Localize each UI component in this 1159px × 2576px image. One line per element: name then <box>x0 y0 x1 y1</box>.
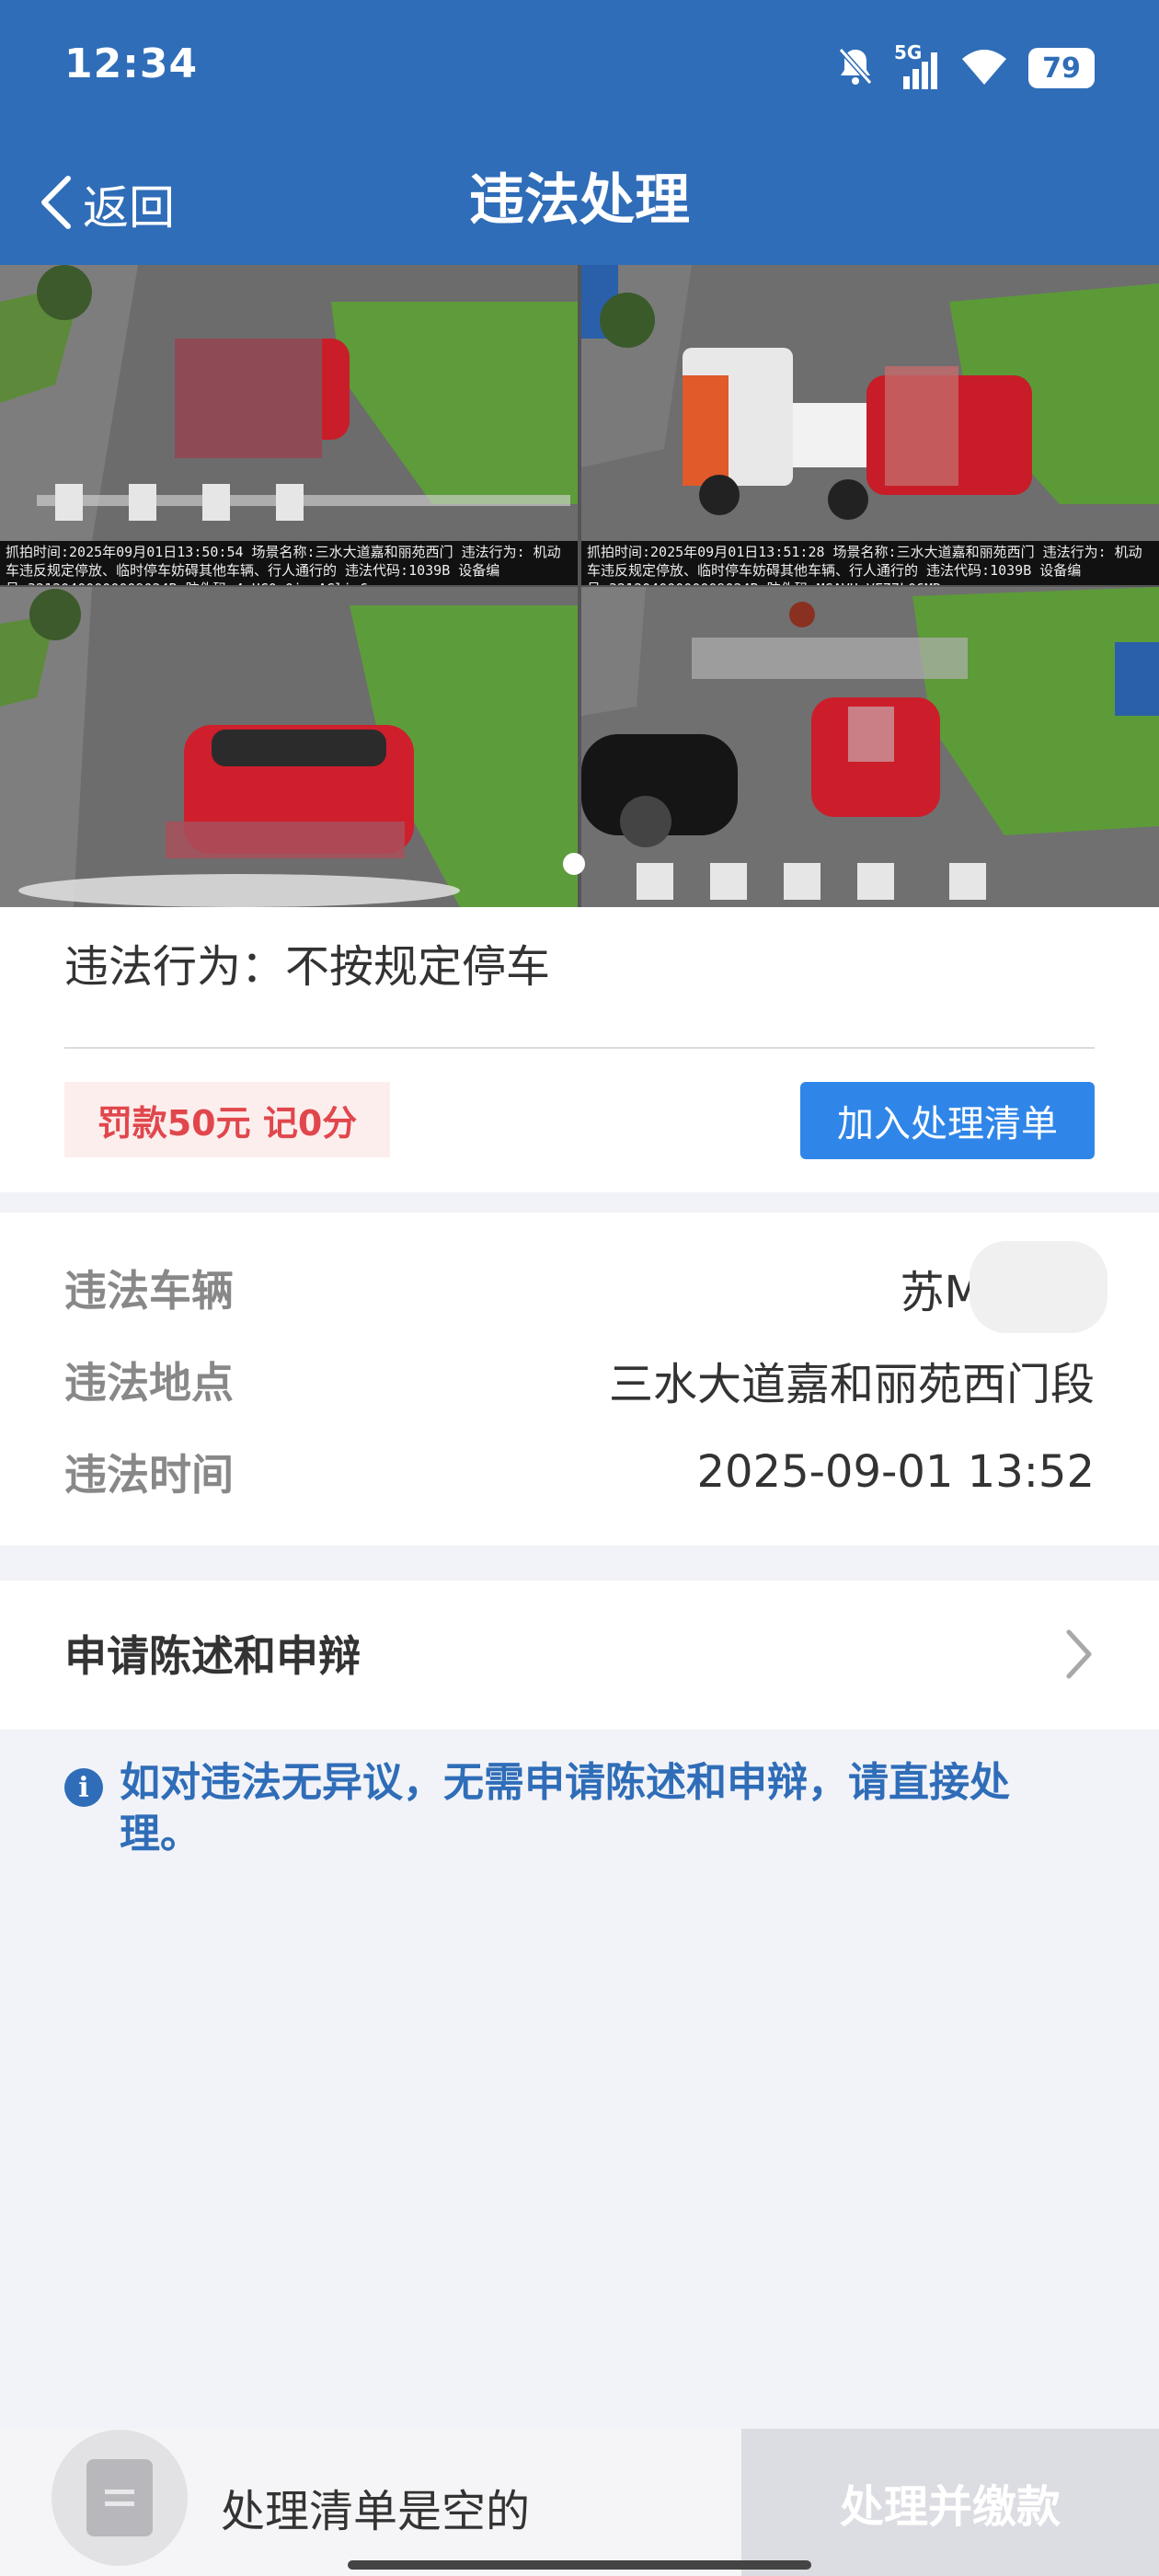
violation-photo-2[interactable]: 抓拍时间:2025年09月01日13:51:28 场景名称:三水大道嘉和丽苑西门… <box>581 265 1159 585</box>
bell-muted-icon <box>837 46 874 90</box>
status-bar: 12:34 5G 79 <box>0 0 1159 138</box>
add-to-list-button[interactable]: 加入处理清单 <box>800 1082 1095 1159</box>
app-header: 12:34 5G 79 违法处理 返回 <box>0 0 1159 265</box>
nav-bar: 违法处理 返回 <box>0 152 1159 253</box>
appeal-row[interactable]: 申请陈述和申辩 <box>0 1581 1159 1730</box>
list-icon[interactable] <box>52 2430 188 2566</box>
home-indicator[interactable] <box>348 2560 811 2570</box>
violation-card: 违法行为：不按规定停车 罚款50元 记0分 加入处理清单 <box>0 907 1159 1192</box>
carousel-indicator <box>563 853 585 875</box>
network-type: 5G <box>894 41 923 63</box>
violation-photo-3[interactable] <box>0 587 578 907</box>
detail-row-vehicle: 违法车辆 苏M 6 <box>64 1241 1108 1333</box>
photo-caption: 抓拍时间:2025年09月01日13:50:54 场景名称:三水大道嘉和丽苑西门… <box>0 541 578 585</box>
signal-icon: 5G <box>894 41 940 91</box>
behavior-value: 不按规定停车 <box>285 941 551 993</box>
list-icon-glyph <box>86 2459 153 2536</box>
detail-label: 违法车辆 <box>64 1266 234 1316</box>
battery-icon: 79 <box>1028 48 1095 88</box>
appeal-label: 申请陈述和申辩 <box>64 1631 361 1681</box>
info-icon: i <box>64 1768 103 1807</box>
status-icons: 5G 79 <box>837 40 1095 96</box>
chevron-right-icon <box>1063 1627 1095 1685</box>
detail-value: 三水大道嘉和丽苑西门段 <box>608 1359 1095 1410</box>
detail-value: 苏M 6 <box>900 1241 1108 1333</box>
back-button[interactable]: 返回 <box>37 163 175 246</box>
violation-photo-4[interactable] <box>581 587 1159 907</box>
detail-label: 违法时间 <box>64 1450 234 1500</box>
process-and-pay-button[interactable]: 处理并缴款 <box>741 2429 1159 2576</box>
fine-badge: 罚款50元 记0分 <box>64 1082 390 1157</box>
redaction-mask <box>970 1241 1108 1333</box>
violation-photo-1[interactable]: 抓拍时间:2025年09月01日13:50:54 场景名称:三水大道嘉和丽苑西门… <box>0 265 578 585</box>
detail-row-time: 违法时间 2025-09-01 13:52 <box>64 1435 1095 1509</box>
wifi-icon <box>960 46 1008 90</box>
chevron-left-icon <box>37 173 74 236</box>
behavior-label: 违法行为： <box>64 941 286 993</box>
detail-label: 违法地点 <box>64 1358 234 1408</box>
photo-caption: 抓拍时间:2025年09月01日13:51:28 场景名称:三水大道嘉和丽苑西门… <box>581 541 1159 585</box>
detail-row-location: 违法地点 三水大道嘉和丽苑西门段 <box>64 1343 1095 1417</box>
violation-details: 违法车辆 苏M 6 违法地点 三水大道嘉和丽苑西门段 违法时间 2025-09-… <box>0 1213 1159 1546</box>
notice-text: 如对违法无异议，无需申请陈述和申辩，请直接处理。 <box>120 1759 1010 1857</box>
list-status-text: 处理清单是空的 <box>221 2486 531 2537</box>
violation-photo-carousel[interactable]: 抓拍时间:2025年09月01日13:50:54 场景名称:三水大道嘉和丽苑西门… <box>0 265 1159 907</box>
back-label: 返回 <box>83 181 175 235</box>
detail-value: 2025-09-01 13:52 <box>696 1446 1095 1498</box>
bottom-bar: 处理清单是空的 处理并缴款 <box>0 2429 1159 2576</box>
violation-behavior: 违法行为：不按规定停车 <box>64 935 550 999</box>
notice: i 如对违法无异议，无需申请陈述和申辩，请直接处理。 <box>64 1757 1067 1860</box>
divider <box>64 1047 1095 1049</box>
status-time: 12:34 <box>64 40 199 87</box>
